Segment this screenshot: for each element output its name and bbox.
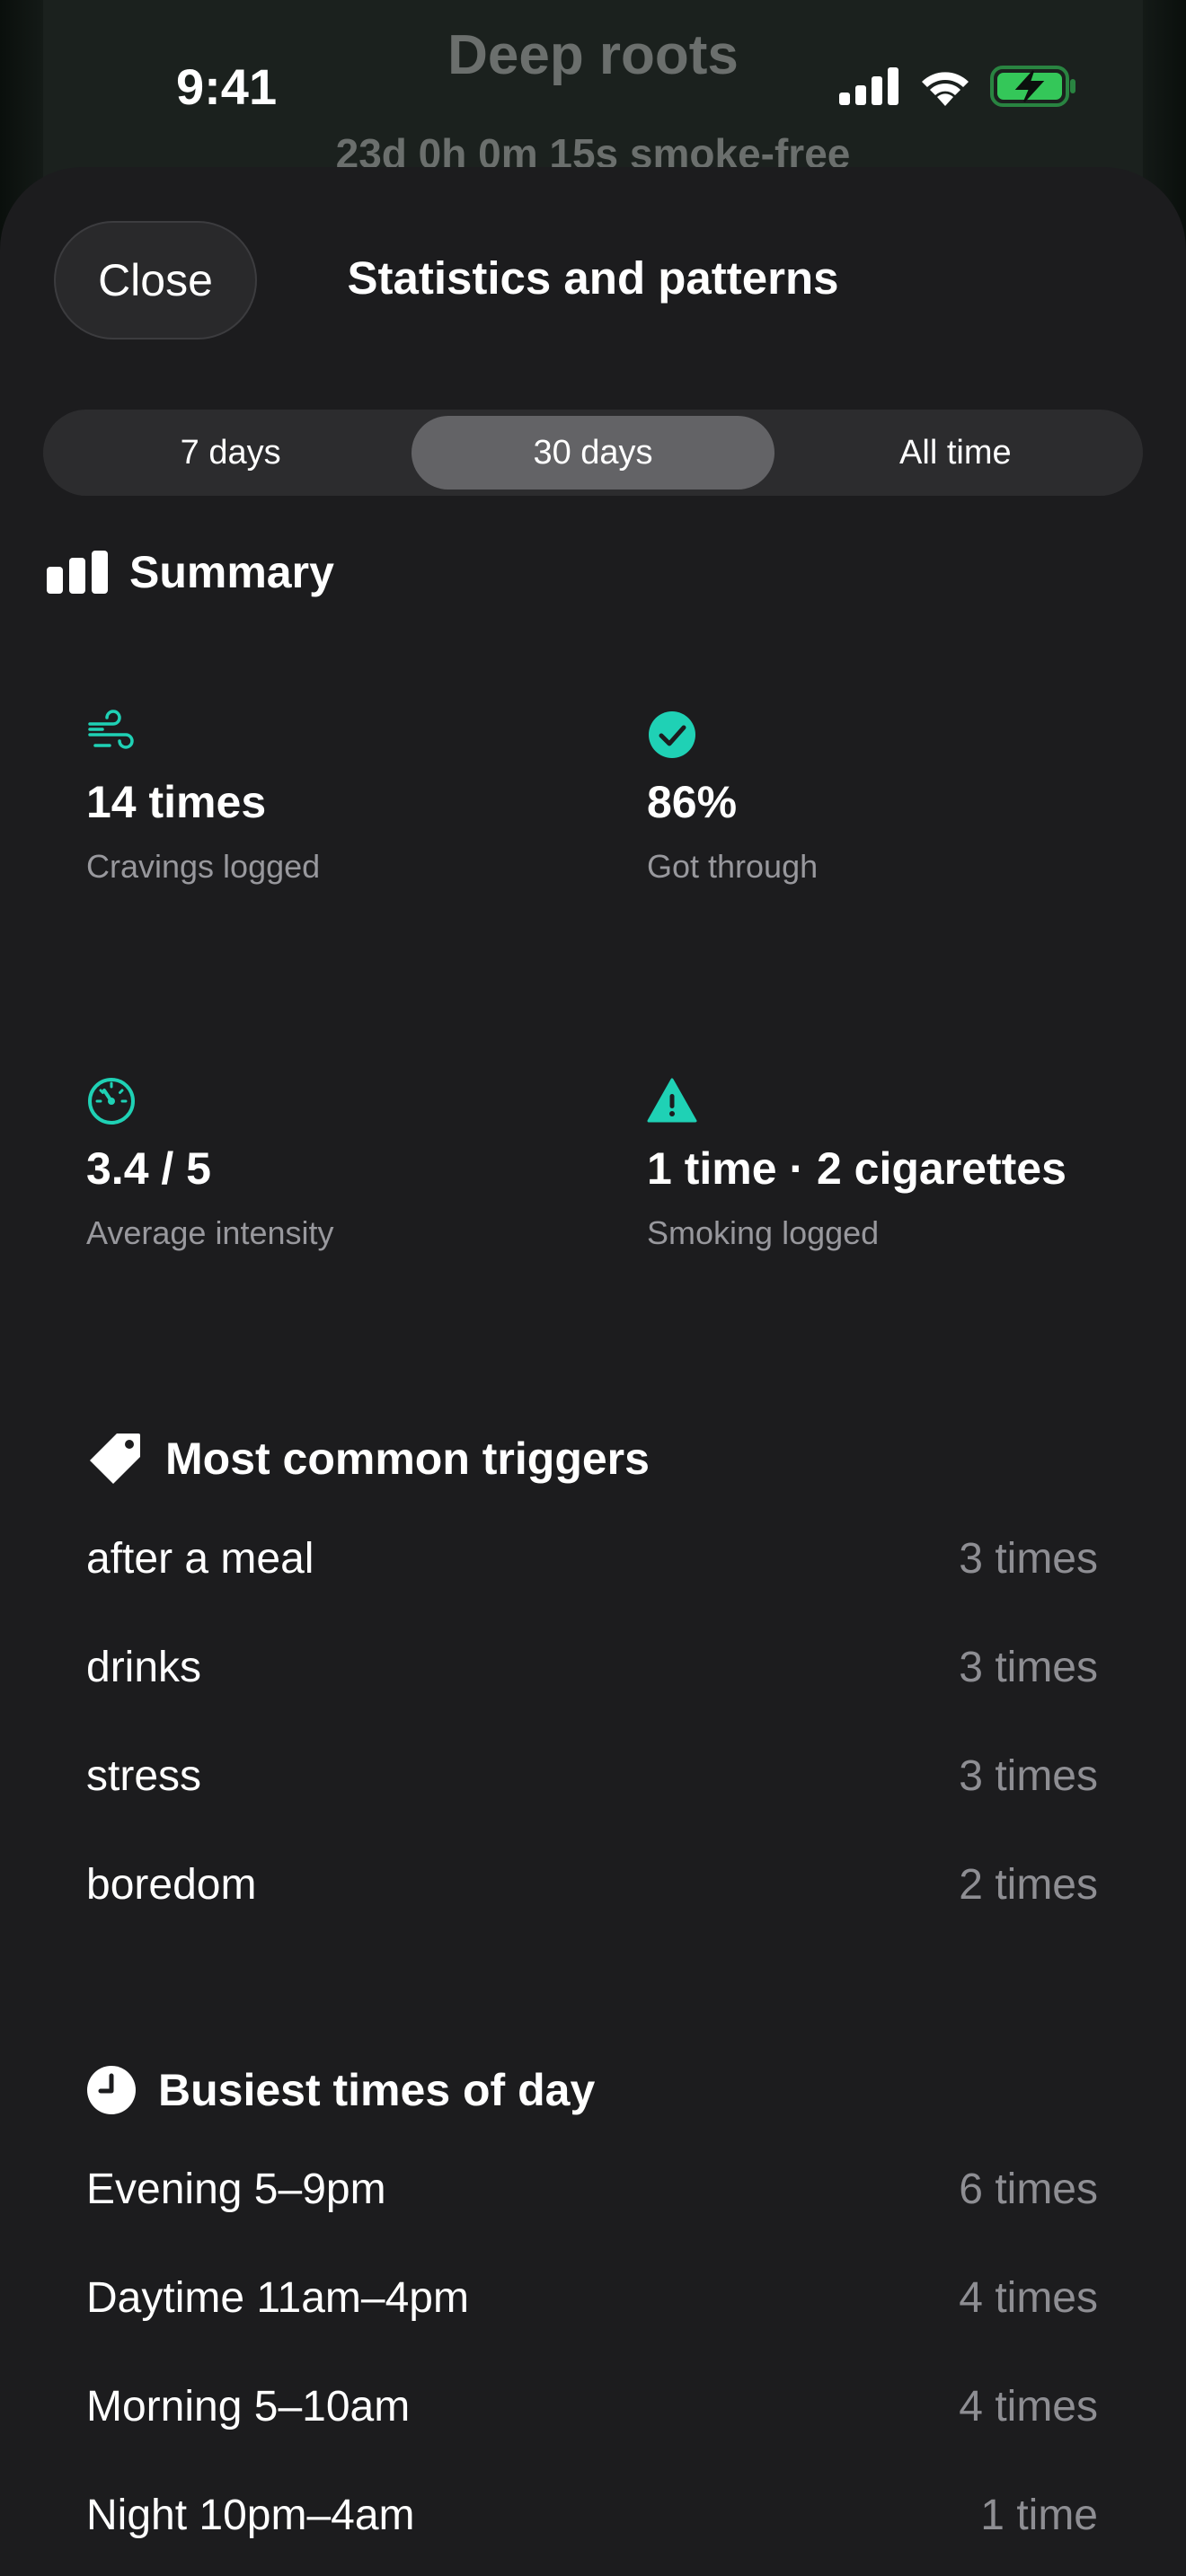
summary-heading-label: Summary <box>129 547 334 597</box>
battery-charging-icon <box>990 66 1075 107</box>
range-segmented-control: 7 days 30 days All time <box>43 410 1143 496</box>
wifi-icon <box>922 72 969 106</box>
summary-heading: Summary <box>47 546 334 598</box>
list-item: stress 3 times <box>86 1751 1098 1801</box>
warning-triangle-icon <box>647 1078 697 1123</box>
stat-label: Cravings logged <box>86 848 321 885</box>
trigger-count: 3 times <box>959 1644 1098 1691</box>
time-range-count: 1 time <box>980 2492 1098 2539</box>
trigger-count: 2 times <box>959 1861 1098 1909</box>
trigger-name: drinks <box>86 1644 202 1691</box>
tab-all-time[interactable]: All time <box>774 416 1137 490</box>
stat-cravings: 14 times Cravings logged <box>86 710 320 886</box>
time-range-count: 4 times <box>959 2383 1098 2430</box>
stat-value: 1 time · 2 cigarettes <box>647 1143 1067 1194</box>
clock-icon <box>87 2066 136 2114</box>
triggers-heading: Most common triggers <box>86 1430 650 1487</box>
stat-got-through: 86% Got through <box>647 710 818 886</box>
stat-value: 86% <box>647 777 738 827</box>
tag-icon <box>90 1434 140 1484</box>
time-range-count: 4 times <box>959 2274 1098 2322</box>
stat-value: 14 times <box>86 777 267 827</box>
checkmark-circle-icon <box>649 711 695 758</box>
times-heading-label: Busiest times of day <box>158 2065 596 2115</box>
trigger-count: 3 times <box>959 1752 1098 1800</box>
trigger-count: 3 times <box>959 1535 1098 1583</box>
time-range-name: Night 10pm–4am <box>86 2492 415 2539</box>
bar-chart-icon <box>47 551 108 594</box>
sheet-title: Statistics and patterns <box>347 252 839 304</box>
time-range-name: Daytime 11am–4pm <box>86 2274 469 2322</box>
list-item: boredom 2 times <box>86 1860 1098 1910</box>
stat-intensity: 3.4 / 5 Average intensity <box>86 1076 334 1252</box>
stat-smoking: 1 time · 2 cigarettes Smoking logged <box>647 1076 1067 1252</box>
cellular-signal-icon <box>839 67 898 105</box>
status-icons <box>839 65 1076 108</box>
triggers-heading-label: Most common triggers <box>165 1434 650 1484</box>
tab-30-days[interactable]: 30 days <box>412 416 774 490</box>
list-item: Morning 5–10am 4 times <box>86 2382 1098 2431</box>
trigger-name: after a meal <box>86 1535 314 1583</box>
stat-label: Smoking logged <box>647 1214 880 1251</box>
times-heading: Busiest times of day <box>86 2064 595 2116</box>
list-item: drinks 3 times <box>86 1643 1098 1692</box>
gauge-icon <box>88 1078 135 1125</box>
list-item: Daytime 11am–4pm 4 times <box>86 2273 1098 2323</box>
time-range-count: 6 times <box>959 2166 1098 2213</box>
stat-value: 3.4 / 5 <box>86 1143 211 1194</box>
list-item: after a meal 3 times <box>86 1534 1098 1584</box>
stat-label: Average intensity <box>86 1214 334 1251</box>
list-item: Night 10pm–4am 1 time <box>86 2491 1098 2540</box>
wind-icon <box>88 710 134 749</box>
tab-7-days[interactable]: 7 days <box>49 416 412 490</box>
time-range-name: Morning 5–10am <box>86 2383 411 2430</box>
screen: Deep roots 23d 0h 0m 15s smoke-free 9:41… <box>0 0 1186 2576</box>
time-range-name: Evening 5–9pm <box>86 2166 386 2213</box>
trigger-name: boredom <box>86 1861 257 1909</box>
stat-label: Got through <box>647 848 819 885</box>
status-time: 9:41 <box>176 58 278 115</box>
trigger-name: stress <box>86 1752 202 1800</box>
statistics-sheet: Close Statistics and patterns 7 days 30 … <box>0 167 1186 2576</box>
list-item: Evening 5–9pm 6 times <box>86 2165 1098 2214</box>
